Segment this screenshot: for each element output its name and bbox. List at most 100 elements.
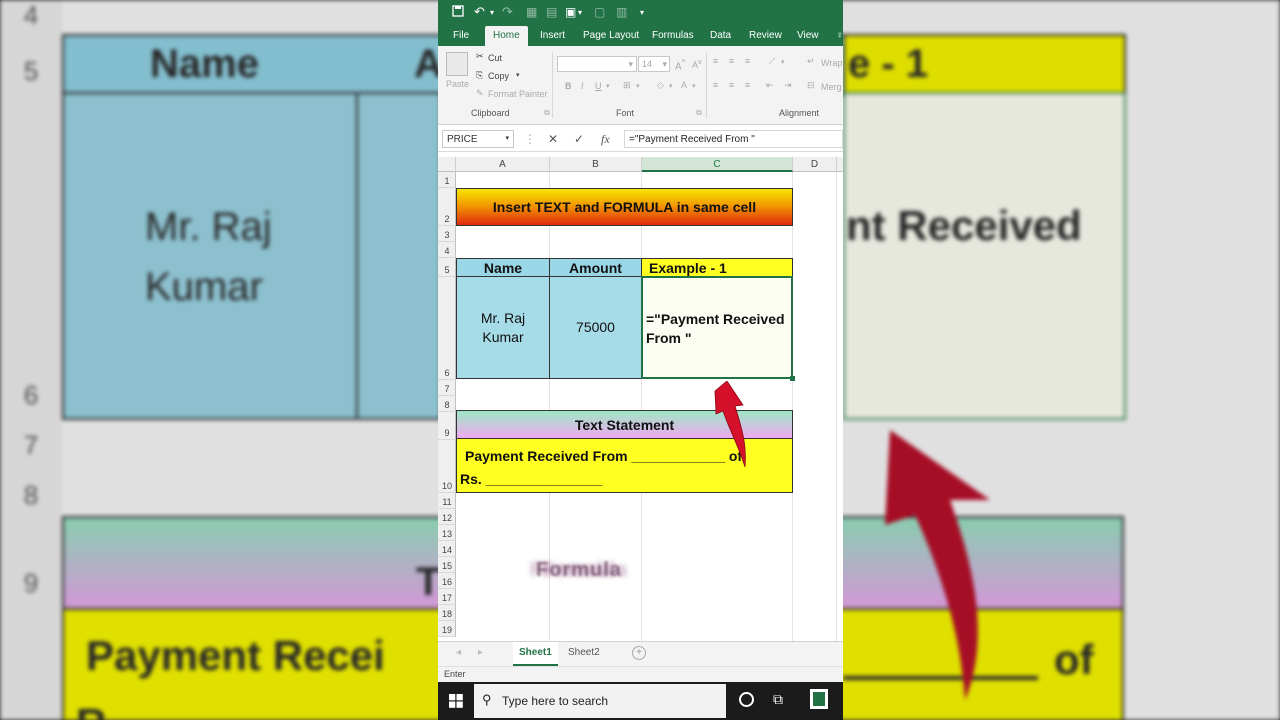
borders-icon[interactable]: ⊞ <box>623 80 631 91</box>
formula-edit-cell[interactable]: ="Payment Received From " <box>641 276 793 379</box>
row-header[interactable]: 6 <box>438 277 456 380</box>
clipboard-launcher-icon[interactable]: ⧉ <box>544 108 550 118</box>
tab-file[interactable]: File <box>453 30 469 41</box>
tab-page-layout[interactable]: Page Layout <box>583 30 639 41</box>
header-amount-cell[interactable]: Amount <box>549 258 642 277</box>
column-header-e[interactable] <box>837 157 843 172</box>
row-header[interactable]: 9 <box>438 412 456 440</box>
tab-data[interactable]: Data <box>710 30 731 41</box>
excel-taskbar-icon[interactable] <box>810 689 828 709</box>
column-header-a[interactable]: A <box>456 157 550 172</box>
copy-button[interactable]: Copy <box>488 71 509 81</box>
cut-button[interactable]: Cut <box>488 53 502 63</box>
decrease-font-icon[interactable]: Av <box>692 57 702 70</box>
row-header[interactable]: 11 <box>438 493 456 509</box>
orientation-dropdown-icon[interactable]: ▾ <box>781 58 785 66</box>
sheet-tab-sheet1[interactable]: Sheet1 <box>513 642 558 666</box>
row-header[interactable]: 17 <box>438 589 456 605</box>
column-header-d[interactable]: D <box>793 157 837 172</box>
fill-color-icon[interactable]: ◇ <box>657 80 664 91</box>
tab-insert[interactable]: Insert <box>540 30 565 41</box>
column-header-b[interactable]: B <box>550 157 642 172</box>
header-name-cell[interactable]: Name <box>456 258 550 277</box>
increase-indent-icon[interactable]: ⇥ <box>784 80 792 91</box>
taskbar-search-box[interactable]: ⚲ Type here to search <box>474 684 726 718</box>
copy-icon[interactable]: ⎘ <box>476 70 483 81</box>
merge-icon[interactable]: ⊟ <box>807 80 815 91</box>
align-middle-icon[interactable]: ≡ <box>729 56 734 66</box>
form-icon[interactable]: ▣ <box>565 5 576 19</box>
orientation-icon[interactable]: ⟋ <box>769 56 775 67</box>
cortana-icon[interactable] <box>739 692 754 707</box>
wrap-text-button[interactable]: Wrap <box>821 58 842 68</box>
row-header[interactable]: 8 <box>438 396 456 412</box>
fill-handle[interactable] <box>790 376 795 381</box>
redo-icon[interactable]: ↷ <box>502 4 513 20</box>
title-cell[interactable]: Insert TEXT and FORMULA in same cell <box>456 188 793 226</box>
insert-function-icon[interactable]: fx <box>601 132 610 147</box>
italic-button[interactable]: I <box>581 81 584 91</box>
increase-font-icon[interactable]: A^ <box>675 57 686 72</box>
select-all-corner[interactable] <box>438 157 456 172</box>
row-header[interactable]: 5 <box>438 258 456 277</box>
font-color-dropdown-icon[interactable]: ▾ <box>692 82 696 90</box>
font-launcher-icon[interactable]: ⧉ <box>696 108 702 118</box>
clipboard-icon[interactable]: ▥ <box>616 5 627 19</box>
tell-me-icon[interactable]: ♀ <box>836 30 843 41</box>
row-header[interactable]: 19 <box>438 621 456 637</box>
grid-icon[interactable]: ▦ <box>526 5 537 19</box>
save-icon[interactable] <box>452 5 464 20</box>
font-color-icon[interactable]: A <box>681 80 687 90</box>
tab-review[interactable]: Review <box>749 30 782 41</box>
align-top-icon[interactable]: ≡ <box>713 56 718 66</box>
form-dropdown-icon[interactable]: ▾ <box>578 8 582 17</box>
name-box[interactable]: PRICE ▾ <box>442 130 514 148</box>
tab-formulas[interactable]: Formulas <box>652 30 694 41</box>
customize-qat-icon[interactable]: ▾ <box>640 8 644 17</box>
windows-start-icon[interactable] <box>449 694 463 708</box>
format-painter-button[interactable]: Format Painter <box>488 89 548 99</box>
formula-input[interactable]: ="Payment Received From " <box>624 130 843 148</box>
borders-dropdown-icon[interactable]: ▾ <box>636 82 640 90</box>
align-bottom-icon[interactable]: ≡ <box>745 56 750 66</box>
prev-sheet-icon[interactable]: ◂ <box>456 647 461 658</box>
row-header[interactable]: 15 <box>438 557 456 573</box>
table-icon[interactable]: ▤ <box>546 5 557 19</box>
tab-home[interactable]: Home <box>485 26 528 46</box>
column-header-c[interactable]: C <box>642 157 793 172</box>
task-view-icon[interactable]: ⧉ <box>773 691 783 708</box>
enter-icon[interactable]: ✓ <box>574 132 584 146</box>
row-header[interactable]: 16 <box>438 573 456 589</box>
row-header[interactable]: 3 <box>438 226 456 242</box>
align-right-icon[interactable]: ≡ <box>745 80 750 90</box>
row-header[interactable]: 2 <box>438 188 456 226</box>
sheet-tab-sheet2[interactable]: Sheet2 <box>562 642 606 664</box>
row-header[interactable]: 12 <box>438 509 456 525</box>
row-header[interactable]: 18 <box>438 605 456 621</box>
row-header[interactable]: 14 <box>438 541 456 557</box>
amount-cell[interactable]: 75000 <box>549 276 642 379</box>
cancel-icon[interactable]: ✕ <box>548 132 558 146</box>
undo-icon[interactable]: ↶ <box>474 4 485 20</box>
row-header[interactable]: 7 <box>438 380 456 396</box>
spreadsheet-grid[interactable]: A B C D 1 2 3 4 5 6 7 8 9 10 11 12 13 14… <box>438 157 843 641</box>
add-sheet-icon[interactable]: + <box>632 646 646 660</box>
paste-icon[interactable] <box>446 52 468 76</box>
row-header[interactable]: 13 <box>438 525 456 541</box>
fill-dropdown-icon[interactable]: ▾ <box>669 82 673 90</box>
merge-button[interactable]: Merg <box>821 82 842 92</box>
bold-button[interactable]: B <box>565 81 572 91</box>
paste-button[interactable]: Paste <box>446 79 469 89</box>
align-left-icon[interactable]: ≡ <box>713 80 718 90</box>
row-header[interactable]: 10 <box>438 440 456 493</box>
font-name-select[interactable]: ▾ <box>557 56 637 72</box>
copy-dropdown-icon[interactable]: ▾ <box>516 71 520 79</box>
font-size-select[interactable]: 14 ▾ <box>638 56 670 72</box>
align-center-icon[interactable]: ≡ <box>729 80 734 90</box>
tab-view[interactable]: View <box>797 30 819 41</box>
format-painter-icon[interactable]: ✎ <box>476 88 484 99</box>
wrap-text-icon[interactable]: ↵ <box>807 56 815 67</box>
row-header[interactable]: 1 <box>438 172 456 188</box>
cut-icon[interactable]: ✂ <box>476 51 484 62</box>
row-header[interactable]: 4 <box>438 242 456 258</box>
